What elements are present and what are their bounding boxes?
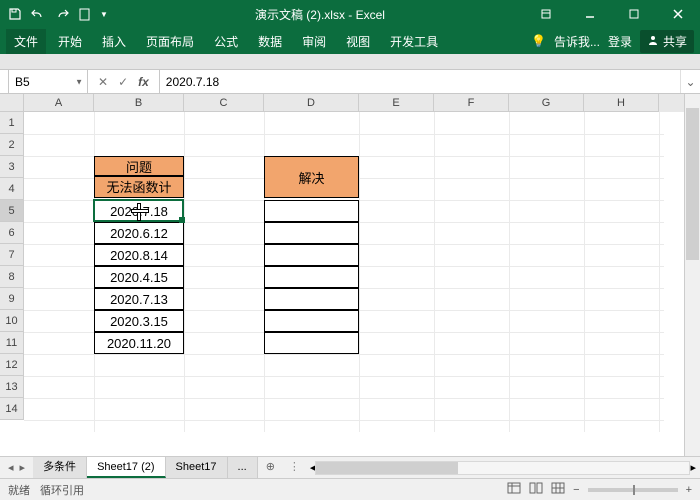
tab-nav-last-icon[interactable]: ▸ [20, 461, 26, 474]
row-header[interactable]: 7 [0, 244, 24, 266]
collapsed-ribbon [0, 54, 700, 70]
share-button[interactable]: 共享 [640, 30, 694, 53]
right-cell[interactable] [264, 266, 359, 288]
row-header[interactable]: 13 [0, 376, 24, 398]
formula-input[interactable]: 2020.7.18 [159, 70, 680, 93]
maximize-icon[interactable] [612, 0, 656, 28]
v-scroll-thumb[interactable] [686, 108, 699, 260]
sheet-tab-2[interactable]: Sheet17 (2) [87, 457, 165, 478]
zoom-in-button[interactable]: + [686, 484, 692, 496]
name-box[interactable]: B5 ▼ [8, 70, 88, 93]
status-circular: 循环引用 [40, 482, 84, 498]
right-cell[interactable] [264, 310, 359, 332]
col-header[interactable]: D [264, 94, 359, 112]
left-header-2[interactable]: 无法函数计 [94, 176, 184, 198]
row-header[interactable]: 5 [0, 200, 24, 222]
row-header[interactable]: 1 [0, 112, 24, 134]
expand-formula-icon[interactable]: ⌄ [680, 70, 700, 93]
ribbon-options-icon[interactable] [524, 0, 568, 28]
row-header[interactable]: 6 [0, 222, 24, 244]
col-header[interactable]: G [509, 94, 584, 112]
bulb-icon: 💡 [531, 34, 546, 48]
menu-formula[interactable]: 公式 [206, 29, 246, 54]
sheet-tab-more[interactable]: ... [228, 457, 258, 478]
sheet-tab-3[interactable]: Sheet17 [166, 457, 228, 478]
row-header[interactable]: 9 [0, 288, 24, 310]
person-icon [647, 34, 659, 49]
minimize-icon[interactable] [568, 0, 612, 28]
menu-review[interactable]: 审阅 [294, 29, 334, 54]
left-cell[interactable]: 2020.7.13 [94, 288, 184, 310]
left-cell[interactable]: 2020.4.15 [94, 266, 184, 288]
col-header[interactable]: B [94, 94, 184, 112]
row-header[interactable]: 14 [0, 398, 24, 420]
add-sheet-icon[interactable]: ⊕ [258, 457, 283, 478]
menu-insert[interactable]: 插入 [94, 29, 134, 54]
accept-formula-icon[interactable]: ✓ [118, 75, 128, 89]
row-header[interactable]: 2 [0, 134, 24, 156]
left-cell[interactable]: 2020.3.15 [94, 310, 184, 332]
menu-home[interactable]: 开始 [50, 29, 90, 54]
login-link[interactable]: 登录 [608, 33, 632, 50]
right-header[interactable]: 解决 [264, 156, 359, 198]
col-header[interactable]: H [584, 94, 659, 112]
menu-file[interactable]: 文件 [6, 29, 46, 54]
col-header[interactable]: A [24, 94, 94, 112]
view-page-icon[interactable] [529, 482, 543, 497]
right-cell[interactable] [264, 244, 359, 266]
menu-view[interactable]: 视图 [338, 29, 378, 54]
fx-icon[interactable]: fx [138, 75, 149, 89]
left-cell[interactable]: 2020.7.18 [94, 200, 184, 222]
horizontal-scrollbar[interactable] [315, 461, 690, 475]
share-label: 共享 [663, 33, 687, 50]
tell-me[interactable]: 告诉我... [554, 33, 600, 50]
sheet-tab-1[interactable]: 多条件 [33, 457, 87, 478]
col-header[interactable]: F [434, 94, 509, 112]
name-box-value: B5 [15, 75, 30, 89]
menu-data[interactable]: 数据 [250, 29, 290, 54]
cancel-formula-icon[interactable]: ✕ [98, 75, 108, 89]
left-cell[interactable]: 2020.11.20 [94, 332, 184, 354]
zoom-out-button[interactable]: − [573, 484, 579, 496]
view-break-icon[interactable] [551, 482, 565, 497]
left-header-1[interactable]: 问题 [94, 156, 184, 176]
new-icon[interactable] [78, 7, 92, 21]
vertical-scrollbar[interactable] [684, 94, 700, 456]
right-cell[interactable] [264, 200, 359, 222]
chevron-down-icon[interactable]: ▼ [75, 77, 83, 86]
tab-nav-first-icon[interactable]: ◂ [8, 461, 14, 474]
qat-dropdown-icon[interactable]: ▼ [100, 10, 108, 19]
zoom-slider[interactable] [588, 488, 678, 492]
view-normal-icon[interactable] [507, 482, 521, 497]
right-cell[interactable] [264, 332, 359, 354]
h-scroll-right-icon[interactable]: ▸ [690, 461, 696, 474]
formula-value: 2020.7.18 [166, 75, 219, 89]
select-all-corner[interactable] [0, 94, 24, 112]
col-header[interactable]: E [359, 94, 434, 112]
col-header[interactable]: C [184, 94, 264, 112]
row-header[interactable]: 10 [0, 310, 24, 332]
left-cell[interactable]: 2020.8.14 [94, 244, 184, 266]
h-scroll-thumb[interactable] [316, 462, 458, 474]
status-ready: 就绪 [8, 482, 30, 498]
redo-icon[interactable] [54, 7, 70, 21]
row-header[interactable]: 4 [0, 178, 24, 200]
row-header[interactable]: 11 [0, 332, 24, 354]
menu-layout[interactable]: 页面布局 [138, 29, 202, 54]
left-cell[interactable]: 2020.6.12 [94, 222, 184, 244]
menu-dev[interactable]: 开发工具 [382, 29, 446, 54]
row-header[interactable]: 8 [0, 266, 24, 288]
undo-icon[interactable] [30, 7, 46, 21]
right-cell[interactable] [264, 288, 359, 310]
window-title: 演示文稿 (2).xlsx - Excel [116, 6, 524, 23]
right-cell[interactable] [264, 222, 359, 244]
save-icon[interactable] [8, 7, 22, 21]
close-icon[interactable] [656, 0, 700, 28]
row-header[interactable]: 12 [0, 354, 24, 376]
row-header[interactable]: 3 [0, 156, 24, 178]
spreadsheet-grid[interactable]: ABCDEFGH 1234567891011121314 问题无法函数计2020… [0, 94, 684, 456]
